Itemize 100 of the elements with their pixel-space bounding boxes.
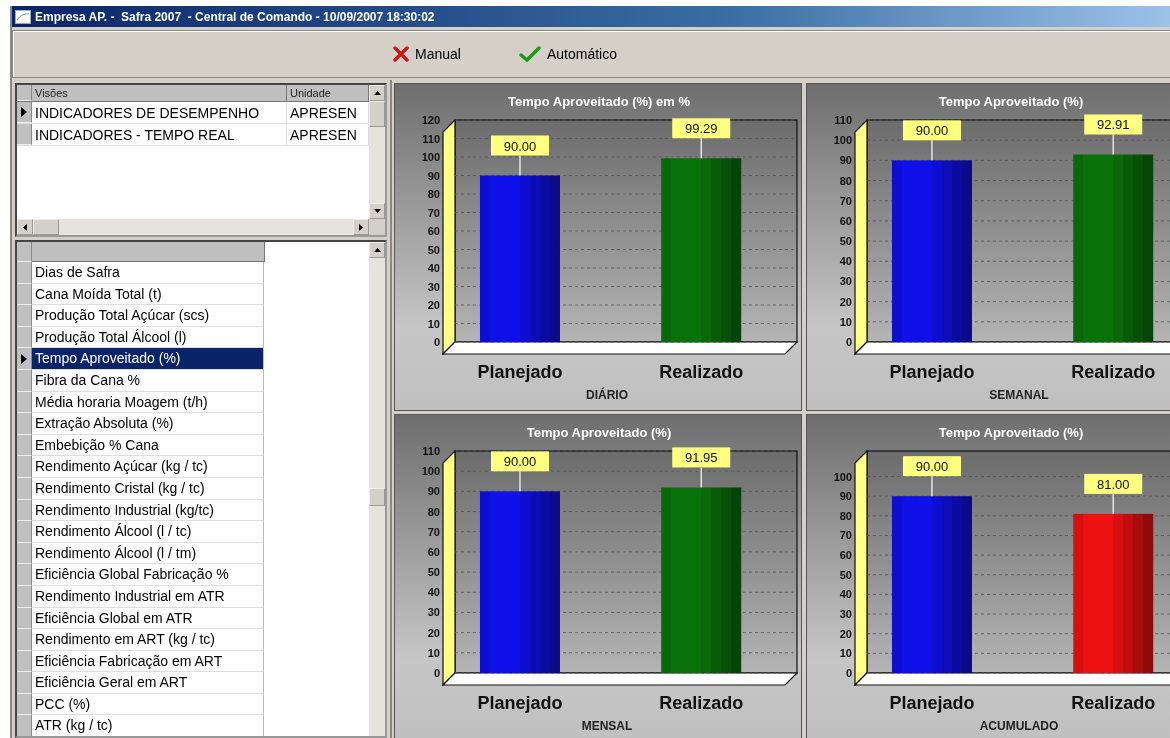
column-header[interactable] <box>32 242 265 262</box>
category-label: Planejado <box>889 362 975 382</box>
axis-tick-label: 90 <box>427 169 440 182</box>
axis-tick-label: 40 <box>427 586 440 599</box>
axis-tick-label: 30 <box>427 280 440 293</box>
list-item[interactable]: Rendimento Álcool (l / tc) <box>32 521 264 543</box>
table-cell[interactable]: INDICADORES DE DESEMPENHO <box>32 102 287 123</box>
data-label: 91.95 <box>684 450 718 466</box>
category-label: Planejado <box>477 693 563 713</box>
pointer-icon <box>21 353 27 364</box>
chart-title: Tempo Aproveitado (%) em % <box>508 94 690 109</box>
axis-tick-label: 40 <box>839 588 852 601</box>
axis-tick-label: 50 <box>839 235 852 248</box>
axis-tick-label: 0 <box>433 336 440 348</box>
window-title: Empresa AP. - Safra 2007 - Central de Comando - 10/09/2007 18:30:02 <box>35 9 435 24</box>
scroll-thumb[interactable] <box>33 219 59 235</box>
axis-tick-label: 20 <box>427 626 440 639</box>
axis-tick-label: 70 <box>839 194 852 207</box>
scroll-right-button[interactable] <box>353 219 369 235</box>
scroll-thumb[interactable] <box>369 488 385 506</box>
list-item[interactable]: Eficiência Geral em ART <box>32 672 264 694</box>
list-item[interactable]: Dias de Safra <box>32 262 264 284</box>
list-item[interactable]: ATR (kg / tc) <box>32 715 264 736</box>
list-item[interactable]: PCC (%) <box>32 693 264 716</box>
list-item[interactable]: Rendimento Industrial em ATR <box>32 585 264 608</box>
axis-tick-label: 80 <box>839 174 852 187</box>
scroll-down-button[interactable] <box>369 203 385 219</box>
axis-tick-label: 120 <box>421 114 440 126</box>
data-label: 99.29 <box>684 121 718 137</box>
axis-tick-label: 40 <box>427 262 440 274</box>
scroll-thumb[interactable] <box>369 101 385 127</box>
up-arrow-icon <box>373 91 381 95</box>
leader-line <box>519 470 521 492</box>
leader-line <box>700 466 702 489</box>
leader-line <box>1112 493 1114 515</box>
list-item[interactable]: Tempo Aproveitado (%) <box>32 348 264 370</box>
axis-tick-label: 30 <box>839 275 852 288</box>
table-cell[interactable]: INDICADORES - TEMPO REAL <box>32 124 287 145</box>
axis-tick-label: 90 <box>839 154 852 167</box>
axis-tick-label: 100 <box>421 151 440 163</box>
list-item[interactable]: Fibra da Cana % <box>32 369 264 392</box>
axis-title: ACUMULADO <box>979 719 1059 733</box>
axis-tick-label: 100 <box>833 470 852 483</box>
data-label: 90.00 <box>915 123 949 139</box>
value-label: 90.00 <box>903 456 961 477</box>
data-label: 90.00 <box>503 454 537 470</box>
column-header[interactable]: Visões <box>32 85 287 101</box>
axis-tick-label: 60 <box>427 545 440 558</box>
category-label: Planejado <box>477 362 563 382</box>
automatic-button[interactable]: Automático <box>514 44 621 64</box>
value-label: 91.95 <box>672 447 731 468</box>
list-item[interactable]: Eficiência Fabricação em ART <box>32 650 264 673</box>
axis-tick-label: 110 <box>422 132 440 145</box>
list-item[interactable]: Extração Absoluta (%) <box>32 413 264 435</box>
row-header <box>17 242 32 262</box>
row-indicator[interactable] <box>17 348 32 370</box>
axis-tick-label: 10 <box>839 315 852 328</box>
list-item[interactable]: Eficiência Global em ATR <box>32 607 264 630</box>
axis-tick-label: 70 <box>427 525 440 538</box>
axis-tick-label: 30 <box>839 608 852 621</box>
pointer-icon <box>21 107 27 117</box>
axis-tick-label: 80 <box>427 188 440 200</box>
list-item[interactable]: Rendimento Álcool (l / tm) <box>32 542 264 565</box>
value-label: 81.00 <box>1084 473 1143 494</box>
axis-tick-label: 20 <box>839 627 852 640</box>
axis-tick-label: 10 <box>427 646 440 659</box>
value-label: 99.29 <box>672 118 731 139</box>
value-label: 92.91 <box>1084 114 1143 135</box>
list-item[interactable]: Cana Moída Total (t) <box>32 283 264 306</box>
list-item[interactable]: Média horaria Moagem (t/h) <box>32 391 264 414</box>
list-item[interactable]: Rendimento em ART (kg / tc) <box>32 629 264 651</box>
leader-line <box>931 139 933 161</box>
axis-title: DIÁRIO <box>586 388 628 402</box>
list-item[interactable]: Rendimento Cristal (kg / tc) <box>32 477 264 500</box>
manual-button[interactable]: Manual <box>389 44 465 64</box>
axis-tick-label: 60 <box>427 225 440 237</box>
category-label: Realizado <box>1071 693 1156 713</box>
up-arrow-icon <box>373 248 381 252</box>
scroll-up-button[interactable] <box>369 242 385 258</box>
right-arrow-icon <box>359 223 363 231</box>
axis-tick-label: 20 <box>839 295 852 308</box>
row-indicator[interactable] <box>17 102 32 123</box>
leader-line <box>931 475 933 497</box>
axis-tick-label: 90 <box>839 490 852 503</box>
category-label: Planejado <box>889 693 975 713</box>
category-label: Realizado <box>659 693 744 713</box>
list-item[interactable]: Embebição % Cana <box>32 434 264 457</box>
cross-icon <box>393 46 409 62</box>
axis-tick-label: 0 <box>433 667 440 679</box>
list-item[interactable]: Rendimento Industrial (kg/tc) <box>32 499 264 522</box>
list-item[interactable]: Rendimento Açúcar (kg / tc) <box>32 456 264 478</box>
axis-tick-label: 50 <box>427 566 440 579</box>
list-item[interactable]: Eficiência Global Fabricação % <box>32 564 264 586</box>
axis-tick-label: 90 <box>427 485 440 498</box>
axis-tick-label: 0 <box>845 336 852 348</box>
scroll-up-button[interactable] <box>369 85 385 101</box>
scroll-left-button[interactable] <box>17 219 33 235</box>
data-label: 90.00 <box>915 459 949 475</box>
list-item[interactable]: Produção Total Açúcar (scs) <box>32 305 264 327</box>
axis-tick-label: 20 <box>427 299 440 311</box>
